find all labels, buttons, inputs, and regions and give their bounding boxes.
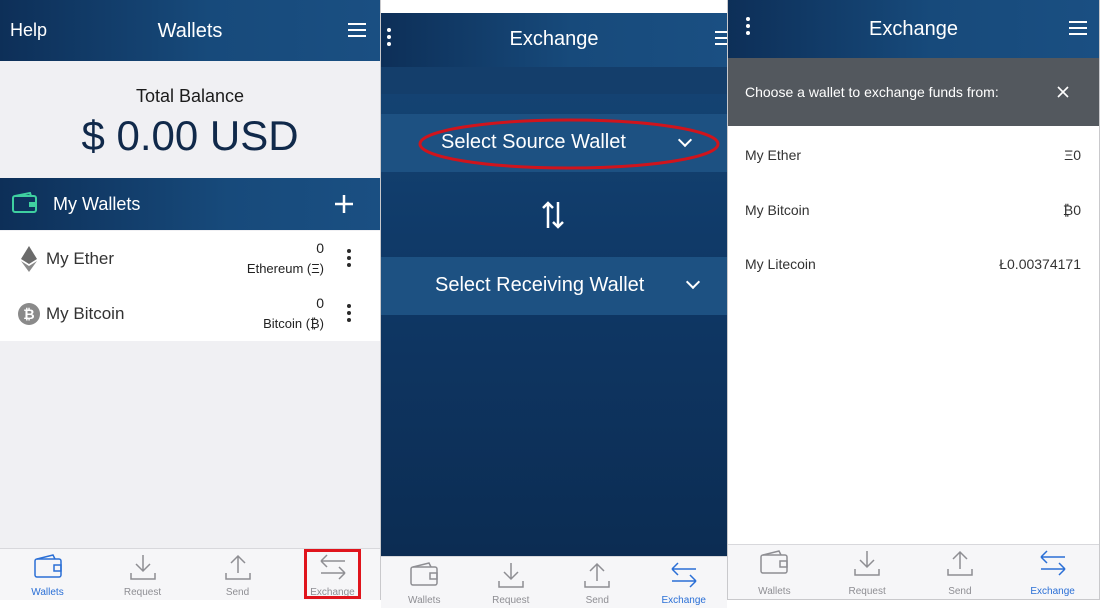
nav-label: Wallets <box>758 586 791 597</box>
nav-label: Request <box>123 587 162 598</box>
download-icon <box>854 551 880 576</box>
bottom-nav: Wallets Request Send Exchange <box>728 544 1099 599</box>
my-wallets-label: My Wallets <box>53 194 141 214</box>
choose-wallet-screen: Exchange Choose a wallet to exchange fun… <box>727 0 1100 600</box>
upload-icon <box>947 550 973 576</box>
wallets-screen: Help Wallets Total Balance $ 0.00 USD My… <box>0 0 381 600</box>
svg-text:₿: ₿ <box>23 307 34 323</box>
wallet-row-ether[interactable]: My Ether 0 Ethereum (Ξ) <box>0 231 380 286</box>
wallet-currency: Ethereum (Ξ) <box>246 261 324 276</box>
exchange-icon <box>1040 550 1066 576</box>
nav-label: Exchange <box>1030 586 1075 597</box>
my-wallets-header: My Wallets <box>0 178 380 230</box>
source-highlight-ellipse <box>418 118 720 170</box>
wallet-balance: ₿0 <box>1062 202 1081 218</box>
page-title: Exchange <box>869 18 958 40</box>
chevron-down-icon <box>685 274 701 290</box>
select-receiving-wallet-dropdown[interactable]: Select Receiving Wallet <box>381 257 727 315</box>
nav-label: Request <box>848 586 886 597</box>
wallet-name: My Ether <box>46 249 115 268</box>
page-title: Exchange <box>509 28 599 50</box>
prompt-text: Choose a wallet to exchange funds from: <box>745 84 999 100</box>
nav-send[interactable]: Send <box>190 549 285 600</box>
exchange-icon <box>671 562 697 588</box>
nav-wallets[interactable]: Wallets <box>0 549 95 600</box>
nav-label: Send <box>585 595 609 606</box>
ethereum-icon <box>21 246 37 272</box>
exchange-header: Exchange <box>728 0 1099 58</box>
total-balance-label: Total Balance <box>135 86 245 106</box>
upload-icon <box>584 562 610 588</box>
hamburger-menu-icon[interactable] <box>715 31 727 45</box>
nav-request[interactable]: Request <box>95 549 190 600</box>
list-item[interactable]: My Ether Ξ0 <box>728 127 1099 182</box>
wallet-balance: Ł0.00374171 <box>999 256 1081 272</box>
nav-exchange[interactable]: Exchange <box>1006 545 1099 599</box>
list-item[interactable]: My Litecoin Ł0.00374171 <box>728 236 1099 291</box>
wallet-icon <box>33 554 62 578</box>
hamburger-menu-icon[interactable] <box>348 23 366 37</box>
exchange-header: Exchange <box>381 13 727 67</box>
wallet-amount: 0 <box>316 240 324 256</box>
wallet-name: My Bitcoin <box>745 202 810 218</box>
wallet-options-icon[interactable] <box>346 249 352 270</box>
wallet-icon <box>760 550 789 574</box>
page-title: Wallets <box>157 20 223 42</box>
add-wallet-button[interactable] <box>334 194 354 214</box>
download-icon <box>498 563 524 588</box>
bitcoin-icon: ₿ <box>18 303 40 325</box>
select-receiving-label: Select Receiving Wallet <box>435 274 645 296</box>
nav-label: Wallets <box>408 595 441 606</box>
nav-request[interactable]: Request <box>821 545 914 599</box>
wallet-name: My Bitcoin <box>46 304 125 323</box>
nav-label: Wallets <box>31 587 64 598</box>
nav-request[interactable]: Request <box>468 557 555 608</box>
upload-icon <box>224 554 251 580</box>
hamburger-menu-icon[interactable] <box>1069 21 1087 35</box>
wallet-amount: 0 <box>316 295 324 311</box>
nav-label: Request <box>492 595 530 606</box>
close-icon[interactable] <box>1057 86 1069 98</box>
exchange-screen: Exchange Select Source Wallet Select Rec… <box>381 0 727 608</box>
download-icon <box>129 555 156 580</box>
choose-wallet-prompt: Choose a wallet to exchange funds from: <box>728 58 1099 126</box>
nav-wallets[interactable]: Wallets <box>728 545 821 599</box>
nav-send[interactable]: Send <box>914 545 1007 599</box>
nav-wallets[interactable]: Wallets <box>381 557 468 608</box>
wallet-currency: Bitcoin (₿) <box>263 316 324 331</box>
wallet-balance: Ξ0 <box>1064 147 1081 163</box>
wallet-name: My Litecoin <box>745 256 816 272</box>
nav-label: Send <box>948 586 972 597</box>
wallet-row-bitcoin[interactable]: ₿ My Bitcoin 0 Bitcoin (₿) <box>0 286 380 341</box>
list-item[interactable]: My Bitcoin ₿0 <box>728 182 1099 237</box>
swap-icon[interactable] <box>541 200 565 230</box>
exchange-highlight-box <box>304 549 361 599</box>
nav-exchange[interactable]: Exchange <box>641 557 728 608</box>
wallet-name: My Ether <box>745 147 802 163</box>
nav-label: Send <box>225 587 250 598</box>
wallet-icon <box>12 192 37 213</box>
nav-label: Exchange <box>661 595 706 606</box>
total-balance-value: $ 0.00 USD <box>81 112 299 159</box>
bottom-nav: Wallets Request Send Exchange <box>381 556 727 608</box>
nav-send[interactable]: Send <box>554 557 641 608</box>
wallets-header: Help Wallets <box>0 0 380 61</box>
wallet-icon <box>410 562 438 586</box>
wallet-options-icon[interactable] <box>346 304 352 325</box>
